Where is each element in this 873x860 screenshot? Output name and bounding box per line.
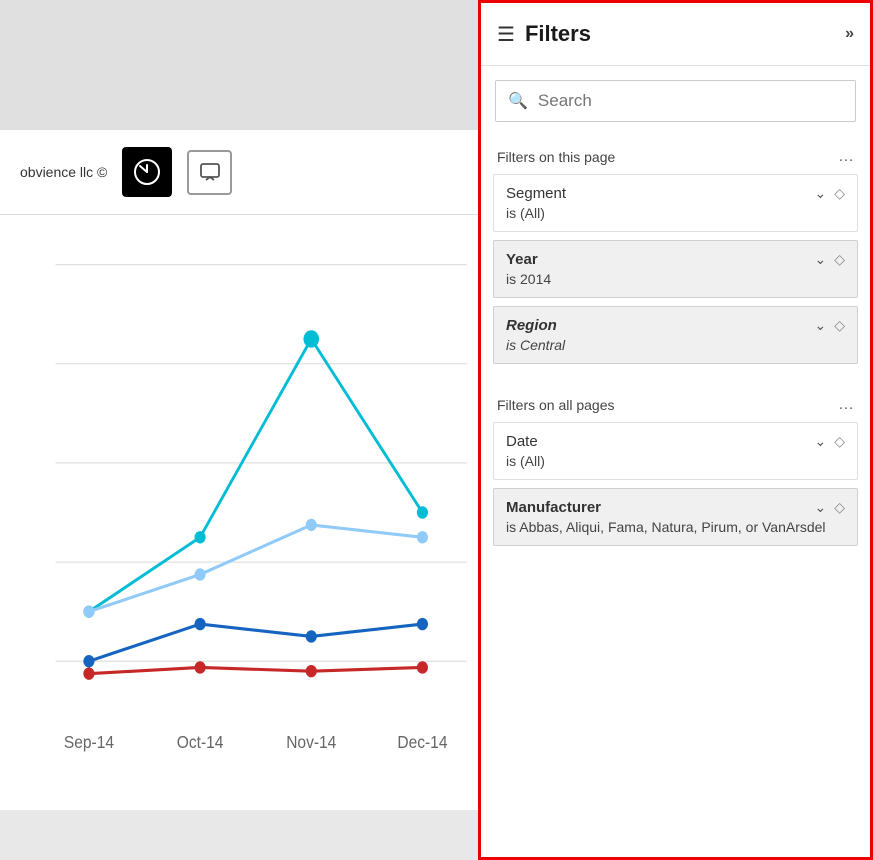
date-card-header: Date ⌄ ◇ [506,433,845,450]
manufacturer-filter-name: Manufacturer [506,499,601,516]
search-box[interactable]: 🔍 [495,80,856,122]
region-card-header: Region ⌄ ◇ [506,317,845,334]
segment-filter-controls: ⌄ ◇ [814,185,845,202]
date-chevron-icon[interactable]: ⌄ [814,433,826,450]
manufacturer-filter-controls: ⌄ ◇ [814,499,845,516]
region-filter-name: Region [506,317,557,334]
filters-title: Filters [525,21,591,47]
year-eraser-icon[interactable]: ◇ [834,251,845,268]
manufacturer-filter-value: is Abbas, Aliqui, Fama, Natura, Pirum, o… [506,519,845,535]
svg-text:Dec-14: Dec-14 [397,733,447,752]
manufacturer-eraser-icon[interactable]: ◇ [834,499,845,516]
region-filter-value: is Central [506,337,845,353]
segment-card-header: Segment ⌄ ◇ [506,185,845,202]
filters-title-group: ☰ Filters [497,21,591,47]
segment-chevron-icon[interactable]: ⌄ [814,185,826,202]
branding-bar: obvience llc © [0,130,478,215]
search-input[interactable] [538,91,843,111]
filters-header: ☰ Filters » [481,3,870,66]
year-filter-card: Year ⌄ ◇ is 2014 [493,240,858,298]
region-filter-card: Region ⌄ ◇ is Central [493,306,858,364]
manufacturer-card-header: Manufacturer ⌄ ◇ [506,499,845,516]
segment-filter-value: is (All) [506,205,845,221]
year-filter-name: Year [506,251,538,268]
region-chevron-icon[interactable]: ⌄ [814,317,826,334]
svg-text:Nov-14: Nov-14 [286,733,336,752]
date-eraser-icon[interactable]: ◇ [834,433,845,450]
section-more-page[interactable]: … [838,148,854,166]
chart-container: Sep-14 Oct-14 Nov-14 Dec-14 [0,215,478,810]
section-title-page: Filters on this page [497,149,615,165]
year-filter-controls: ⌄ ◇ [814,251,845,268]
collapse-button[interactable]: » [845,25,854,43]
region-filter-controls: ⌄ ◇ [814,317,845,334]
segment-filter-card: Segment ⌄ ◇ is (All) [493,174,858,232]
svg-text:Oct-14: Oct-14 [177,733,224,752]
date-filter-name: Date [506,433,538,450]
spacer-1 [481,372,870,384]
manufacturer-chevron-icon[interactable]: ⌄ [814,499,826,516]
date-filter-value: is (All) [506,453,845,469]
filters-panel: ☰ Filters » 🔍 Filters on this page … Seg… [478,0,873,860]
comment-button[interactable] [187,150,232,195]
filter-icon: ☰ [497,22,515,47]
date-filter-controls: ⌄ ◇ [814,433,845,450]
year-card-header: Year ⌄ ◇ [506,251,845,268]
logo-button[interactable] [122,147,172,197]
branding-text: obvience llc © [20,164,107,180]
left-panel: obvience llc © [0,0,478,860]
section-filters-on-page: Filters on this page … [481,136,870,174]
svg-text:Sep-14: Sep-14 [64,733,114,752]
segment-filter-name: Segment [506,185,566,202]
top-gray-area [0,0,478,130]
manufacturer-filter-card: Manufacturer ⌄ ◇ is Abbas, Aliqui, Fama,… [493,488,858,546]
year-chevron-icon[interactable]: ⌄ [814,251,826,268]
section-filters-all-pages: Filters on all pages … [481,384,870,422]
section-title-all: Filters on all pages [497,397,615,413]
section-more-all[interactable]: … [838,396,854,414]
year-filter-value: is 2014 [506,271,845,287]
date-filter-card: Date ⌄ ◇ is (All) [493,422,858,480]
search-icon: 🔍 [508,91,528,111]
segment-eraser-icon[interactable]: ◇ [834,185,845,202]
region-eraser-icon[interactable]: ◇ [834,317,845,334]
